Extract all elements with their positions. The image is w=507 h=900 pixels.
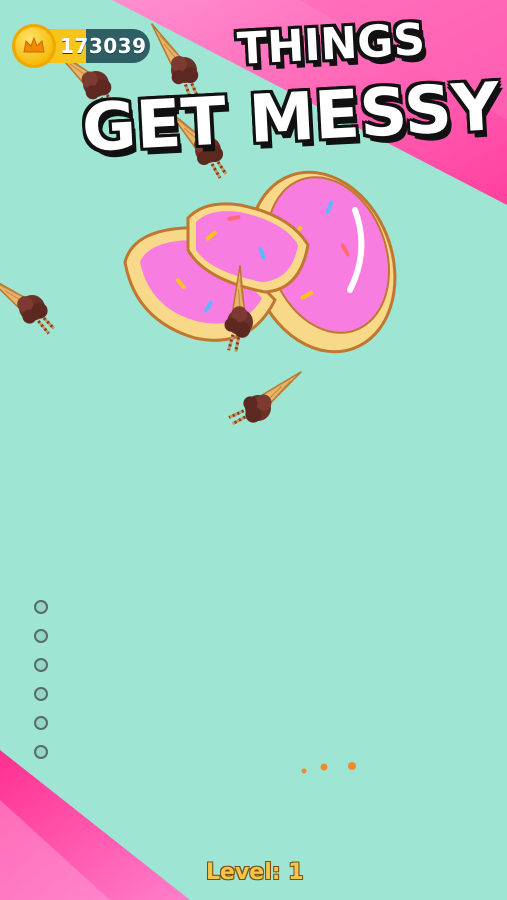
ice-cream-cone-4[interactable] — [0, 263, 57, 345]
shot-indicator-dot — [34, 716, 48, 730]
shot-indicator-dot — [34, 629, 48, 643]
crown-coin-icon — [12, 24, 56, 68]
shot-indicators — [34, 600, 54, 774]
ice-cream-cone-6[interactable] — [227, 364, 303, 431]
shot-indicator-dot — [34, 687, 48, 701]
level-label: Level: 1 — [206, 860, 304, 885]
spark-particle — [348, 762, 356, 770]
shot-indicator-dot — [34, 745, 48, 759]
spark-particle — [301, 768, 307, 774]
spark-particle — [320, 763, 328, 771]
coin-counter: 173039 — [12, 24, 152, 70]
shot-indicator-dot — [34, 658, 48, 672]
shot-indicator-dot — [34, 600, 48, 614]
title-line-1: THINGS — [236, 14, 427, 75]
coin-count: 173039 — [60, 34, 147, 58]
